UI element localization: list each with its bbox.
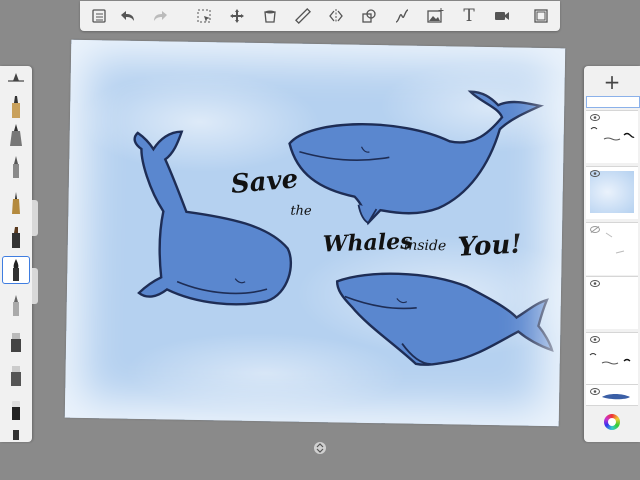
layer-text-2[interactable] (586, 332, 638, 385)
video-record-icon[interactable] (491, 5, 513, 27)
brush-palette (0, 66, 32, 442)
curve-icon[interactable] (391, 5, 413, 27)
marker-icon[interactable] (4, 224, 28, 250)
visibility-eye-icon[interactable] (590, 170, 600, 177)
visibility-eye-icon[interactable] (590, 336, 600, 343)
whale-top-right (288, 90, 545, 226)
fill-bucket-icon[interactable] (259, 5, 281, 27)
canvas-text-whales: Whales (322, 228, 413, 258)
add-image-icon[interactable] (424, 5, 446, 27)
add-layer-button[interactable]: + (602, 72, 622, 92)
layer-text[interactable] (586, 110, 638, 163)
whale-left (133, 130, 292, 306)
text-icon[interactable]: T (458, 5, 480, 27)
layer-whales[interactable] (586, 384, 638, 406)
extra-brush-icon[interactable] (4, 428, 28, 440)
paintbrush-icon[interactable] (2, 256, 30, 284)
eraser-icon[interactable] (4, 396, 28, 422)
canvas-text-inside: inside (403, 237, 447, 255)
layers-panel: + (584, 66, 640, 442)
whale-bottom-right (335, 272, 554, 366)
layer-header[interactable] (586, 96, 640, 108)
color-picker-icon[interactable] (604, 414, 620, 430)
layer-hidden-sketch[interactable] (586, 222, 638, 275)
fullscreen-icon[interactable] (530, 5, 552, 27)
fineliner-icon[interactable] (4, 190, 28, 216)
shapes-icon[interactable] (358, 5, 380, 27)
symmetry-icon[interactable] (325, 5, 347, 27)
brush-size-slider[interactable] (4, 68, 28, 94)
layer-thumbnail-sky (590, 171, 634, 213)
airbrush-icon[interactable] (4, 292, 28, 318)
ballpoint-icon[interactable] (4, 154, 28, 180)
hidden-eye-icon[interactable] (590, 226, 600, 233)
blender-icon[interactable] (4, 362, 28, 388)
visibility-eye-icon[interactable] (590, 114, 600, 121)
canvas-text-save: Save (229, 164, 300, 200)
top-toolbar: T (80, 1, 560, 31)
brush-palette-tab-top[interactable] (32, 200, 38, 236)
canvas-text-the: the (290, 203, 312, 219)
transform-move-icon[interactable] (226, 5, 248, 27)
canvas-reset-handle-icon[interactable] (312, 440, 328, 456)
layer-empty[interactable] (586, 276, 638, 329)
selection-icon[interactable] (193, 5, 215, 27)
drawing-canvas[interactable]: Save the Whales inside You! (64, 39, 566, 427)
layer-sky-background[interactable] (586, 166, 638, 219)
visibility-eye-icon[interactable] (590, 388, 600, 395)
ruler-icon[interactable] (292, 5, 314, 27)
redo-icon[interactable] (150, 5, 172, 27)
fine-pen-icon[interactable] (4, 122, 28, 148)
pencil-icon[interactable] (4, 94, 28, 120)
undo-icon[interactable] (116, 5, 138, 27)
smudge-icon[interactable] (4, 328, 28, 354)
canvas-text-you: You! (457, 229, 523, 263)
brush-palette-tab-bottom[interactable] (32, 268, 38, 304)
visibility-eye-icon[interactable] (590, 280, 600, 287)
add-layer-label: + (603, 70, 621, 94)
gallery-list-icon[interactable] (88, 5, 110, 27)
